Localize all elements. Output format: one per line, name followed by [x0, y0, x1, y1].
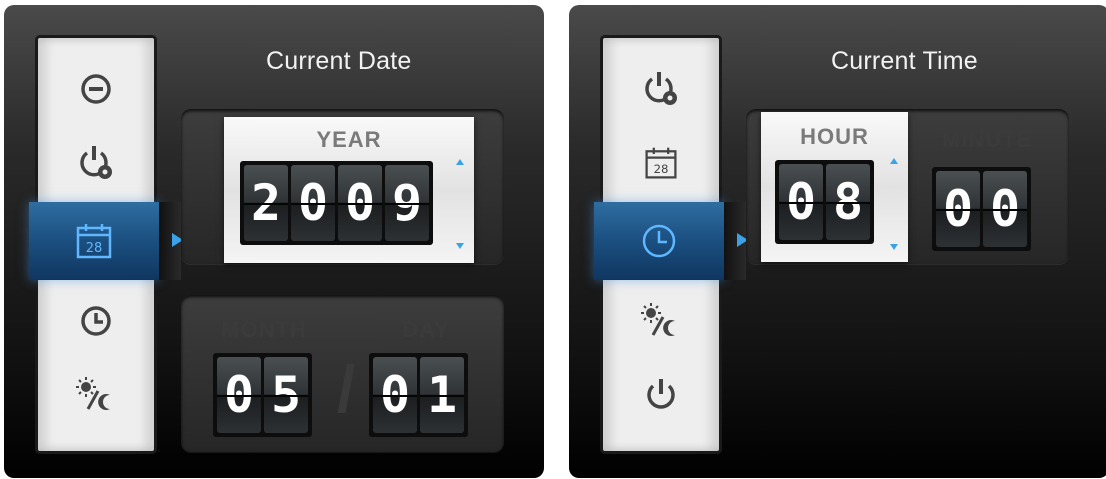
day-label: DAY [402, 317, 450, 342]
time-screen: Current Time 28 MINUTE 0 0 HOUR 0 8 [569, 5, 1106, 478]
calendar-icon: 28 [76, 224, 112, 259]
day-digit: 0 [373, 357, 417, 433]
year-digit: 0 [338, 165, 382, 241]
day-flip-digits[interactable]: 0 1 [369, 353, 468, 437]
month-digit: 0 [217, 357, 261, 433]
power-settings-icon[interactable] [603, 54, 719, 124]
month-digit: 5 [264, 357, 308, 433]
clock-icon[interactable] [38, 286, 154, 356]
minute-label: MINUTE [941, 127, 1033, 152]
day-night-icon[interactable] [38, 360, 154, 430]
hour-flip-digits[interactable]: 0 8 [775, 160, 874, 244]
month-flip-digits[interactable]: 0 5 [213, 353, 312, 437]
hour-digit: 8 [826, 164, 870, 240]
month-day-well: MONTH DAY 0 5 / 0 1 [181, 295, 504, 452]
hour-label: HOUR [800, 124, 869, 149]
year-flip-digits[interactable]: 2 0 0 9 [240, 161, 433, 245]
sidebar-item-calendar-active[interactable]: 28 [29, 202, 181, 280]
hour-up-arrow[interactable] [890, 158, 898, 164]
svg-text:28: 28 [86, 241, 103, 256]
screen-title: Current Date [266, 47, 412, 75]
power-settings-icon[interactable] [38, 128, 154, 198]
power-icon[interactable] [603, 360, 719, 430]
sidebar-item-clock-active[interactable] [594, 202, 746, 280]
date-screen: Current Date 28 YEAR 2 0 0 9 MONTH DAY 0… [4, 5, 544, 478]
date-separator: / [337, 352, 356, 426]
hour-card: HOUR 0 8 [761, 112, 908, 262]
year-down-arrow[interactable] [456, 243, 464, 249]
year-digit: 9 [385, 165, 429, 241]
svg-text:28: 28 [654, 162, 669, 176]
clock-icon [642, 224, 676, 258]
minute-digit: 0 [936, 171, 980, 247]
month-label: MONTH [221, 317, 307, 342]
hour-digit: 0 [779, 164, 823, 240]
calendar-icon[interactable]: 28 [603, 128, 719, 198]
screen-title: Current Time [831, 47, 978, 75]
day-night-icon[interactable] [603, 286, 719, 356]
year-digit: 2 [244, 165, 288, 241]
year-label: YEAR [316, 127, 382, 152]
year-up-arrow[interactable] [456, 159, 464, 165]
day-digit: 1 [420, 357, 464, 433]
minute-digit: 0 [983, 171, 1027, 247]
hour-down-arrow[interactable] [890, 244, 898, 250]
minute-flip-digits[interactable]: 0 0 [932, 167, 1031, 251]
year-digit: 0 [291, 165, 335, 241]
minus-circle-icon[interactable] [38, 54, 154, 124]
year-card: YEAR 2 0 0 9 [224, 117, 474, 263]
